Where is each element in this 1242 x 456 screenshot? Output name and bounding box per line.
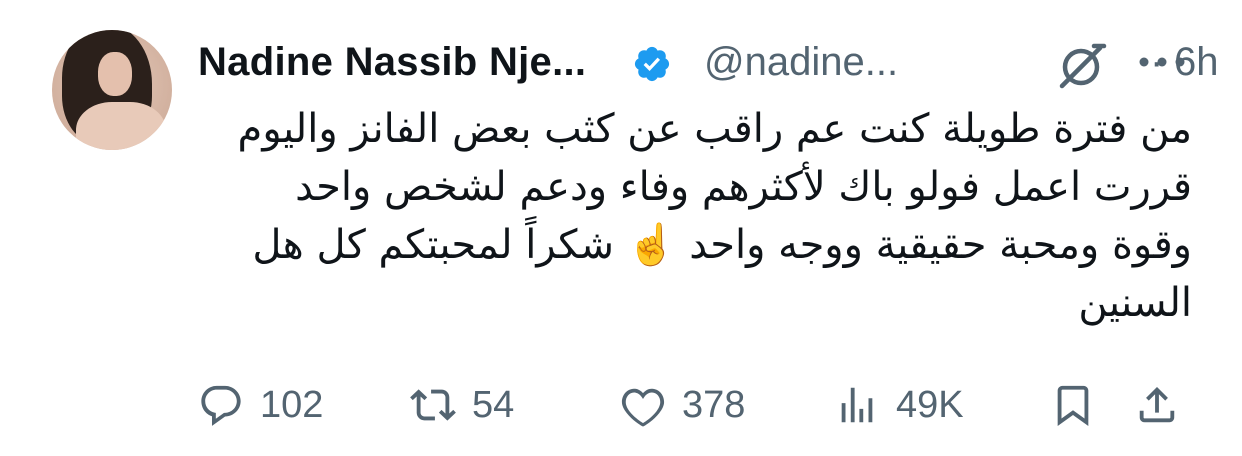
tweet-line-2: قررت اعمل فولو باك لأكثرهم وفاء ودعم لشخ… [295,164,1192,210]
reply-count: 102 [260,383,324,426]
tweet-text: من فترة طويلة كنت عم راقب عن كثب بعض الف… [200,100,1192,332]
reply-icon [201,385,241,426]
tweet-line-3: وقوة ومحبة حقيقية ووجه واحد ☝️ شكراً لمح… [252,222,1192,268]
tweet-header: Nadine Nassib Nje... @nadine... · 6h [198,36,1219,92]
verified-badge-icon [634,46,670,82]
action-bar: 102 54 378 49K [0,370,1242,440]
like-button[interactable]: 378 [620,370,745,440]
grok-icon[interactable] [1056,40,1110,90]
author-name[interactable]: Nadine Nassib Nje... [198,40,586,85]
retweet-icon [410,389,456,421]
tweet-line-1: من فترة طويلة كنت عم راقب عن كثب بعض الف… [237,106,1192,152]
avatar-body [76,102,166,150]
heart-icon [621,388,665,427]
bookmark-icon [1057,385,1089,426]
author-handle[interactable]: @nadine... [704,40,898,85]
views-count: 49K [896,383,964,426]
avatar[interactable] [52,30,172,150]
share-button[interactable] [1134,370,1180,440]
retweet-count: 54 [472,383,515,426]
more-icon[interactable] [1136,52,1188,72]
share-icon [1139,386,1175,423]
avatar-face [98,52,132,96]
like-count: 378 [682,383,746,426]
bookmark-button[interactable] [1050,370,1096,440]
tweet-line-4: السنين [1078,280,1192,326]
reply-button[interactable]: 102 [198,370,323,440]
retweet-button[interactable]: 54 [410,370,514,440]
views-icon [841,387,873,423]
views-button[interactable]: 49K [834,370,964,440]
